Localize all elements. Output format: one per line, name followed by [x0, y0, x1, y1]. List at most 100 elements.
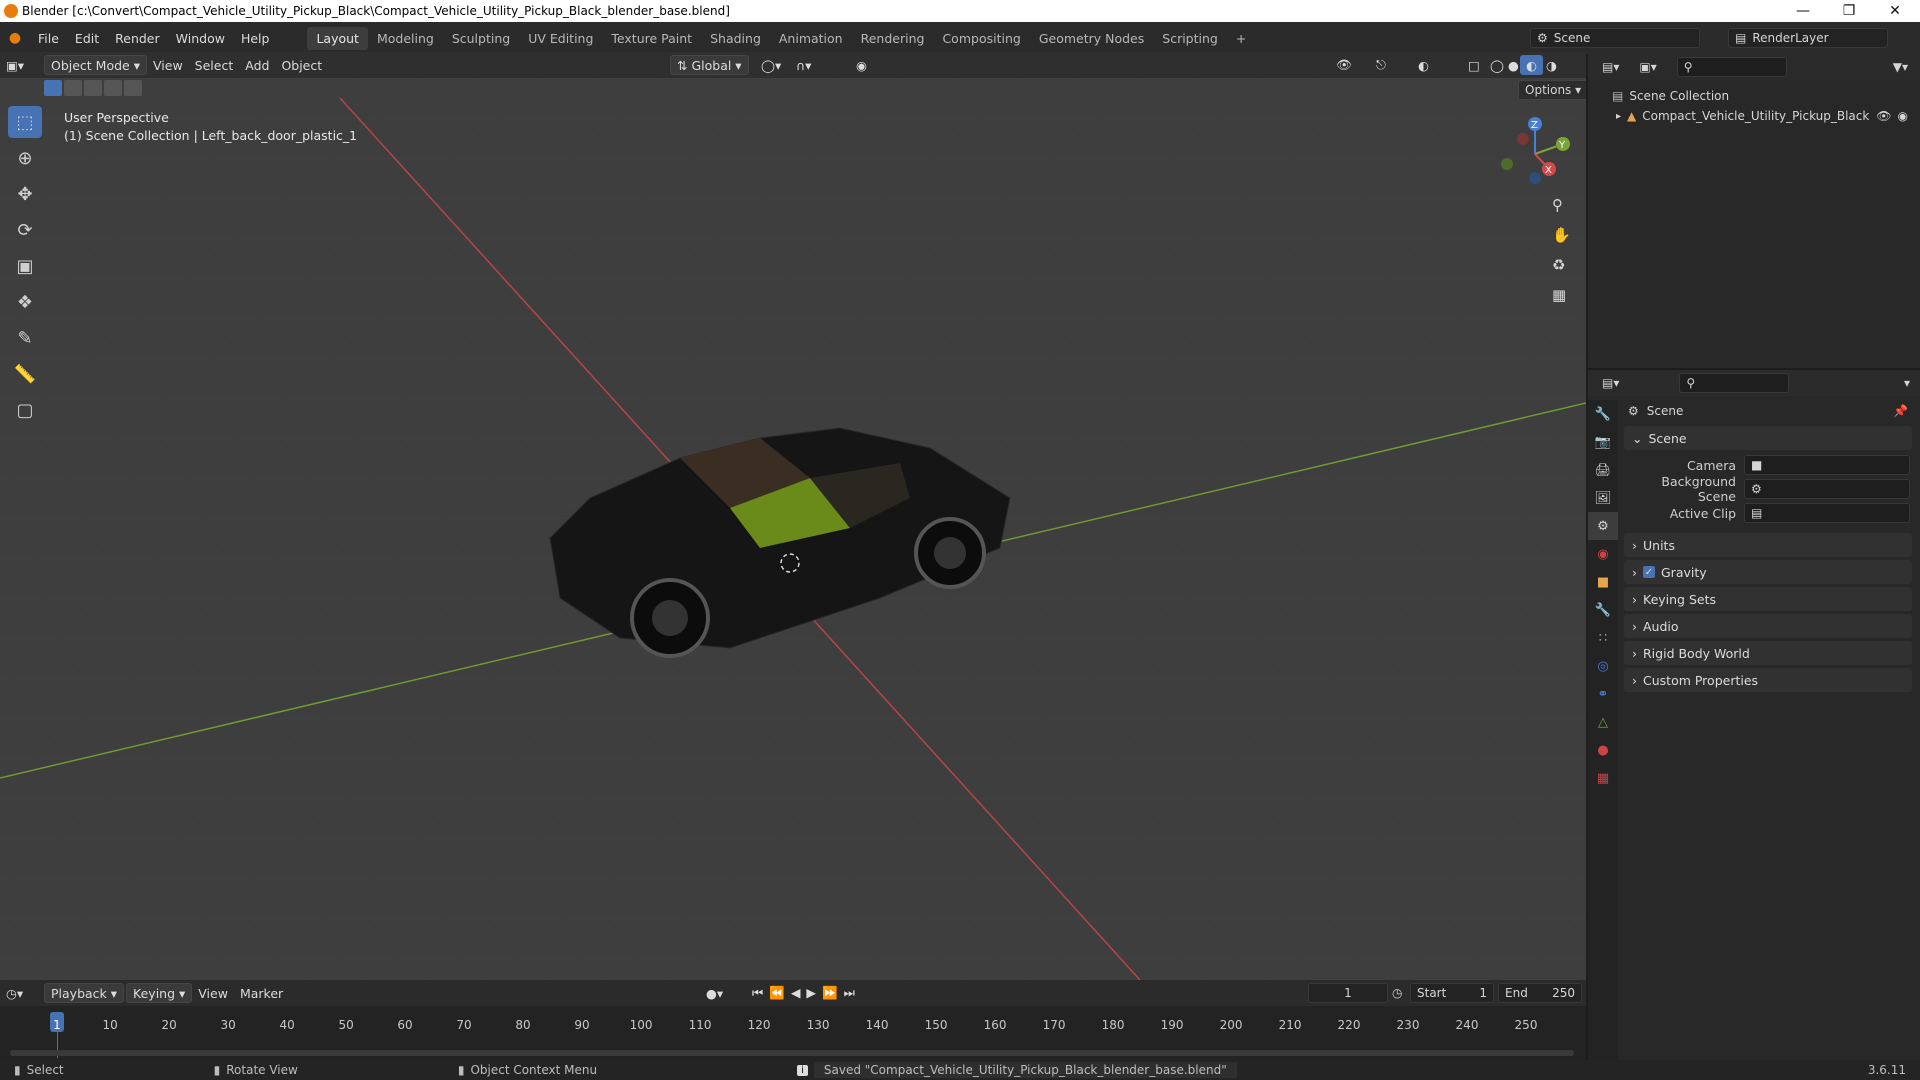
particles-tab-icon[interactable]: ∷ [1588, 624, 1618, 652]
timeline-scrollbar[interactable] [10, 1050, 1574, 1056]
preview-range-icon[interactable]: ◷ [1392, 986, 1402, 1000]
select-subtract-icon[interactable] [84, 80, 102, 96]
marker-menu[interactable]: Marker [234, 983, 289, 1003]
material-tab-icon[interactable]: ● [1588, 736, 1618, 764]
select-box-icon[interactable]: ⬚ [8, 106, 42, 138]
record-icon[interactable]: ●▾ [700, 983, 729, 1003]
menu-file[interactable]: File [30, 31, 67, 46]
pin-icon[interactable]: 📌 [1893, 404, 1908, 418]
tab-compositing[interactable]: Compositing [933, 27, 1029, 50]
select-new-icon[interactable] [44, 80, 62, 96]
select-extend-icon[interactable] [64, 80, 82, 96]
render-tab-icon[interactable]: 📷 [1588, 428, 1618, 456]
rendered-shading-icon[interactable]: ◑ [1540, 55, 1563, 75]
camera-render-icon[interactable]: ◉ [1898, 109, 1908, 123]
playback-dropdown[interactable]: Playback ▾ [44, 983, 125, 1003]
vehicle-model[interactable] [530, 398, 1030, 678]
panel-gravity[interactable]: › ✓ Gravity [1624, 560, 1912, 584]
select-menu[interactable]: Select [189, 55, 240, 75]
panel-scene[interactable]: ⌄ Scene [1624, 426, 1912, 450]
scene-selector[interactable]: ⚙ Scene [1530, 28, 1700, 48]
camera-input[interactable]: ■ [1744, 455, 1910, 475]
mode-dropdown[interactable]: Object Mode ▾ [44, 55, 147, 75]
gravity-checkbox[interactable]: ✓ [1643, 566, 1655, 578]
panel-keying-sets[interactable]: › Keying Sets [1624, 587, 1912, 611]
annotate-icon[interactable]: ✎ [8, 322, 42, 354]
options-dropdown[interactable]: Options ▾ [1518, 80, 1586, 100]
eye-icon[interactable]: 👁 [1876, 109, 1891, 123]
editor-type-icon[interactable]: ▣▾ [0, 55, 44, 75]
tab-sculpting[interactable]: Sculpting [443, 27, 519, 50]
data-tab-icon[interactable]: △ [1588, 708, 1618, 736]
active-clip-input[interactable]: ▤ [1744, 503, 1910, 523]
scene-tab-icon[interactable]: ⚙ [1588, 512, 1618, 540]
outliner-search-input[interactable]: ⚲ [1676, 57, 1787, 77]
pivot-icon[interactable]: ◯▾ [755, 55, 787, 75]
pan-hand-icon[interactable]: ✋ [1552, 226, 1571, 244]
menu-edit[interactable]: Edit [67, 31, 107, 46]
view-layer-tab-icon[interactable]: 🖼 [1588, 484, 1618, 512]
properties-options-icon[interactable]: ▾ [1904, 376, 1910, 390]
panel-rigid-body-world[interactable]: › Rigid Body World [1624, 641, 1912, 665]
playback-controls[interactable]: ⏮⏪◀▶⏩⏭ [746, 983, 867, 1003]
ortho-grid-icon[interactable]: ▦ [1552, 286, 1566, 304]
properties-editor-icon[interactable]: ▤▾ [1602, 376, 1619, 390]
tab-animation[interactable]: Animation [770, 27, 852, 50]
scale-icon[interactable]: ▣ [8, 250, 42, 282]
snap-icon[interactable]: ∩▾ [790, 55, 817, 75]
timeline-view-menu[interactable]: View [192, 983, 234, 1003]
tab-shading[interactable]: Shading [701, 27, 770, 50]
outliner[interactable]: ▤▾ ▣▾ ⚲ ▼▾ ▤ Scene Collection ▸ ▲ Compac… [1588, 54, 1920, 368]
tool-tab-icon[interactable]: 🔧 [1588, 400, 1618, 428]
outliner-editor-icon[interactable]: ▤▾ [1602, 60, 1619, 74]
menu-help[interactable]: Help [233, 31, 278, 46]
object-menu[interactable]: Object [275, 55, 328, 75]
display-mode-icon[interactable]: ▣▾ [1639, 60, 1656, 74]
navigation-gizmo[interactable]: Z Y X [1495, 114, 1575, 194]
select-intersect-icon[interactable] [124, 80, 142, 96]
physics-tab-icon[interactable]: ◎ [1588, 652, 1618, 680]
view-menu[interactable]: View [147, 55, 189, 75]
maximize-button[interactable]: ❐ [1826, 0, 1872, 22]
visibility-icon[interactable]: 👁 [1330, 55, 1358, 75]
rotate-icon[interactable]: ⟳ [8, 214, 42, 246]
timeline-editor-icon[interactable]: ◷▾ [0, 983, 44, 1003]
minimize-button[interactable]: — [1780, 0, 1826, 22]
modifier-tab-icon[interactable]: 🔧 [1588, 596, 1618, 624]
tab-texture-paint[interactable]: Texture Paint [602, 27, 701, 50]
output-tab-icon[interactable]: 🖨 [1588, 456, 1618, 484]
zoom-icon[interactable]: ⚲ [1552, 196, 1563, 214]
renderlayer-selector[interactable]: ▤ RenderLayer [1728, 28, 1888, 48]
end-frame-input[interactable]: End 250 [1498, 983, 1582, 1003]
measure-icon[interactable]: 📏 [8, 358, 42, 390]
panel-custom-properties[interactable]: › Custom Properties [1624, 668, 1912, 692]
tab-geometry-nodes[interactable]: Geometry Nodes [1030, 27, 1153, 50]
proportional-icon[interactable]: ◉ [850, 55, 873, 75]
tab-uv-editing[interactable]: UV Editing [519, 27, 602, 50]
close-button[interactable]: ✕ [1872, 0, 1918, 22]
keying-dropdown[interactable]: Keying ▾ [126, 983, 193, 1003]
cursor-icon[interactable]: ⊕ [8, 142, 42, 174]
move-icon[interactable]: ✥ [8, 178, 42, 210]
blender-menu-icon[interactable]: ● [0, 30, 30, 46]
overlay-toggle-icon[interactable]: ◐ [1412, 55, 1435, 75]
start-frame-input[interactable]: Start 1 [1410, 983, 1494, 1003]
add-cube-icon[interactable]: ▢ [8, 394, 42, 426]
filter-icon[interactable]: ▼▾ [1893, 60, 1908, 74]
xray-icon[interactable]: □ [1462, 55, 1486, 75]
world-tab-icon[interactable]: ◉ [1588, 540, 1618, 568]
current-frame-input[interactable]: 1 [1308, 983, 1388, 1003]
3d-viewport[interactable]: User Perspective (1) Scene Collection | … [0, 78, 1586, 980]
background-scene-input[interactable]: ⚙ [1744, 479, 1910, 499]
outliner-row-scene-collection[interactable]: ▤ Scene Collection [1588, 86, 1920, 106]
panel-audio[interactable]: › Audio [1624, 614, 1912, 638]
select-invert-icon[interactable] [104, 80, 122, 96]
transform-icon[interactable]: ❖ [8, 286, 42, 318]
constraints-tab-icon[interactable]: ⚭ [1588, 680, 1618, 708]
expand-chevron-icon[interactable]: ▸ [1616, 111, 1621, 122]
menu-render[interactable]: Render [107, 31, 168, 46]
object-tab-icon[interactable]: ■ [1588, 568, 1618, 596]
properties-search-input[interactable]: ⚲ [1679, 373, 1790, 393]
menu-window[interactable]: Window [168, 31, 233, 46]
camera-view-icon[interactable]: ♻ [1552, 256, 1565, 274]
